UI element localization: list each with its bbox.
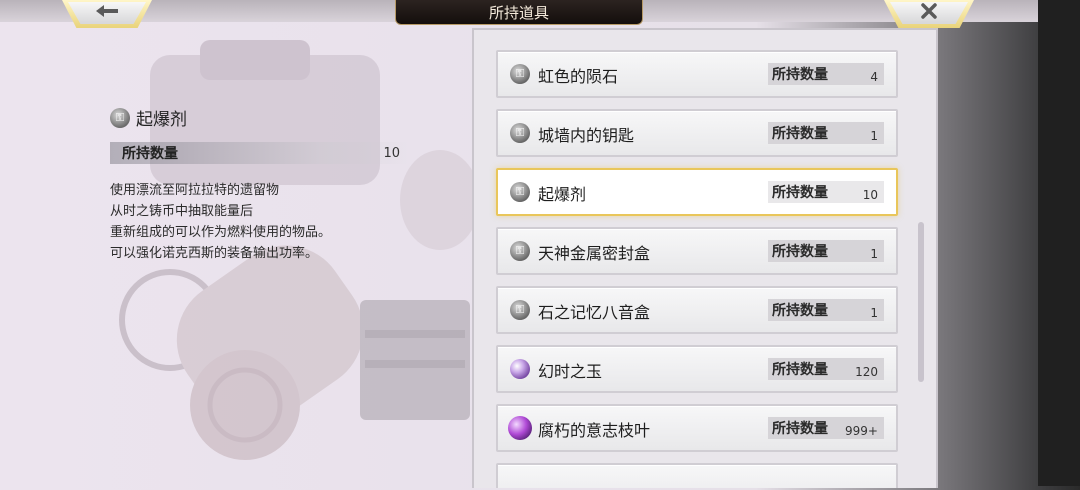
quantity-value: 999+ [845, 424, 878, 438]
item-quantity: 所持数量 1 [768, 299, 884, 321]
item-quantity: 所持数量 999+ [768, 417, 884, 439]
item-list[interactable]: ⚿ 虹色的陨石 所持数量 4 ⚿ 城墙内的钥匙 所持数量 1 ⚿ 起爆剂 所持数… [472, 28, 938, 488]
item-quantity: 所持数量 10 [768, 181, 884, 203]
list-item[interactable]: ⚿ 城墙内的钥匙 所持数量 1 [496, 109, 898, 157]
item-quantity: 所持数量 1 [768, 240, 884, 262]
leaf-icon [508, 416, 532, 440]
key-icon: ⚿ [510, 64, 530, 84]
quantity-label: 所持数量 [772, 67, 828, 83]
quantity-value: 120 [855, 365, 878, 379]
quantity-value: 1 [870, 129, 878, 143]
list-item[interactable]: ⚿ 虹色的陨石 所持数量 4 [496, 50, 898, 98]
quantity-label: 所持数量 [772, 185, 828, 201]
item-name: 虹色的陨石 [538, 67, 619, 86]
key-icon: ⚿ [110, 107, 130, 128]
quantity-label: 所持数量 [122, 146, 178, 162]
item-name: 天神金属密封盒 [538, 244, 651, 263]
item-quantity: 所持数量 1 [768, 122, 884, 144]
item-detail-title: ⚿ 起爆剂 [110, 105, 187, 130]
quantity-label: 所持数量 [772, 421, 828, 437]
item-description: 使用漂流至阿拉拉特的遗留物 从时之铸币中抽取能量后 重新组成的可以作为燃料使用的… [110, 183, 332, 261]
item-detail-name: 起爆剂 [136, 110, 187, 130]
quantity-value: 1 [870, 306, 878, 320]
item-name: 腐朽的意志枝叶 [538, 421, 651, 440]
list-item[interactable]: ⚿ 石之记忆八音盒 所持数量 1 [496, 286, 898, 334]
key-icon: ⚿ [510, 123, 530, 143]
list-scrollbar[interactable] [918, 222, 924, 382]
item-quantity: 所持数量 4 [768, 63, 884, 85]
item-name: 幻时之玉 [538, 362, 603, 381]
orb-icon [510, 359, 530, 379]
quantity-label: 所持数量 [772, 362, 828, 378]
list-item[interactable]: ⚿ 天神金属密封盒 所持数量 1 [496, 227, 898, 275]
item-name: 起爆剂 [538, 185, 587, 204]
item-quantity: 所持数量 120 [768, 358, 884, 380]
side-letterbox [1038, 0, 1080, 486]
page-title: 所持道具 [395, 0, 643, 25]
item-name: 石之记忆八音盒 [538, 303, 651, 322]
arrow-left-icon [94, 3, 120, 23]
quantity-value: 4 [870, 70, 878, 84]
page-title-text: 所持道具 [488, 3, 549, 22]
list-item-partial[interactable] [496, 463, 898, 488]
quantity-label: 所持数量 [772, 126, 828, 142]
item-name: 城墙内的钥匙 [538, 126, 635, 145]
close-icon [920, 2, 938, 24]
list-item[interactable]: 腐朽的意志枝叶 所持数量 999+ [496, 404, 898, 452]
quantity-value: 10 [862, 188, 878, 202]
close-button[interactable] [884, 0, 974, 28]
back-button[interactable] [62, 0, 152, 28]
key-icon: ⚿ [510, 182, 530, 202]
list-item-selected[interactable]: ⚿ 起爆剂 所持数量 10 [496, 168, 898, 216]
quantity-label: 所持数量 [772, 244, 828, 260]
quantity-value: 1 [870, 247, 878, 261]
quantity-value: 10 [383, 145, 400, 161]
key-icon: ⚿ [510, 241, 530, 261]
quantity-label: 所持数量 [772, 303, 828, 319]
key-icon: ⚿ [510, 300, 530, 320]
list-item[interactable]: 幻时之玉 所持数量 120 [496, 345, 898, 393]
item-detail-quantity: 所持数量 10 [110, 142, 410, 164]
